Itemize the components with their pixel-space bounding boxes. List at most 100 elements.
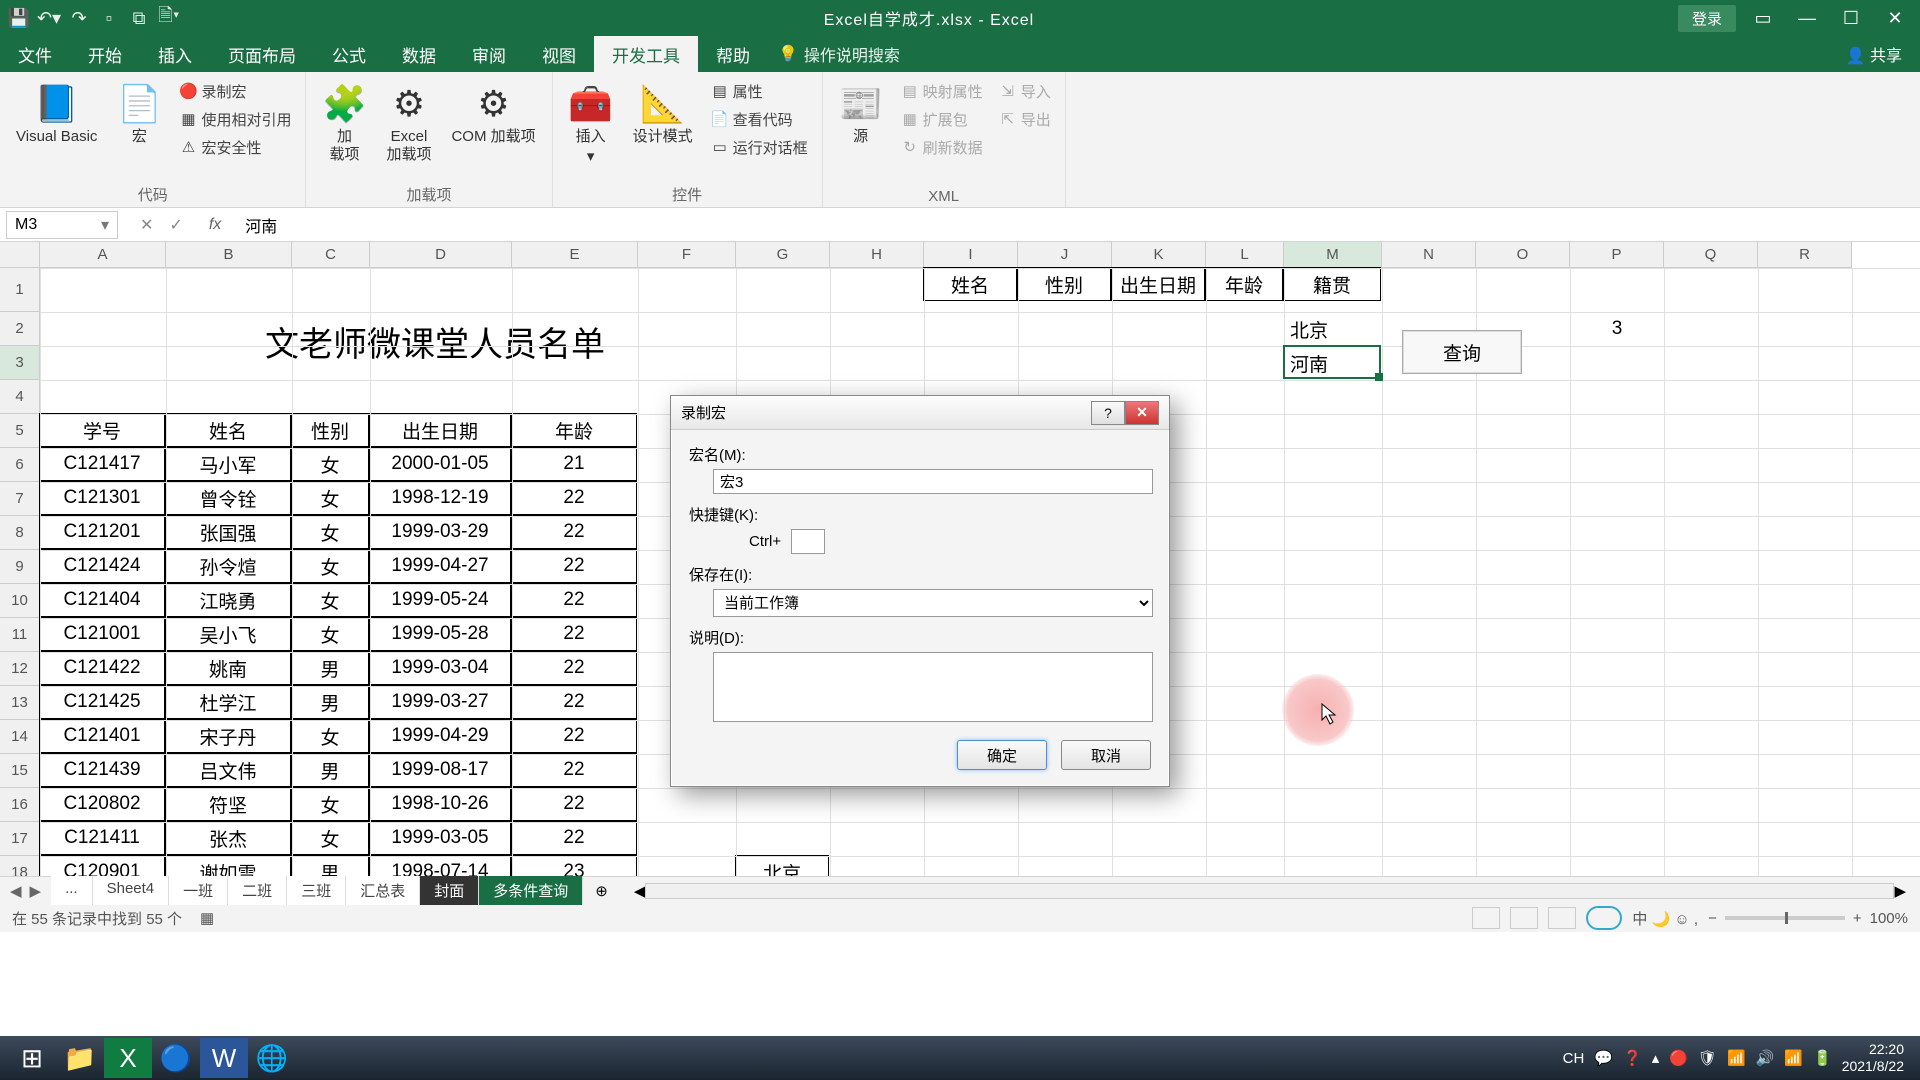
macro-security-button[interactable]: ⚠宏安全性 [175, 134, 295, 160]
col-header[interactable]: I [924, 242, 1018, 268]
dialog-title-bar[interactable]: 录制宏 ? ✕ [671, 396, 1169, 430]
table-cell[interactable]: 22 [511, 685, 637, 719]
zoom-control[interactable]: − + 100% [1708, 910, 1908, 927]
col-header[interactable]: F [638, 242, 736, 268]
zoom-level[interactable]: 100% [1870, 910, 1908, 927]
cancel-button[interactable]: 取消 [1061, 740, 1151, 770]
table-cell[interactable]: 杜学江 [165, 685, 291, 719]
excel-taskbar-icon[interactable]: X [104, 1038, 152, 1078]
table-cell[interactable]: C121424 [39, 549, 165, 583]
cell-m2[interactable]: 北京 [1284, 312, 1382, 346]
com-addins-button[interactable]: ⚙COM 加载项 [445, 78, 541, 150]
table-cell[interactable]: 宋子丹 [165, 719, 291, 753]
tab-文件[interactable]: 文件 [0, 36, 70, 72]
tab-开发工具[interactable]: 开发工具 [594, 36, 698, 72]
formula-input[interactable]: 河南 [231, 213, 1920, 237]
col-header[interactable]: R [1758, 242, 1852, 268]
col-header[interactable]: G [736, 242, 830, 268]
col-header[interactable]: J [1018, 242, 1112, 268]
shortcut-key-input[interactable] [791, 529, 825, 554]
col-header[interactable]: H [830, 242, 924, 268]
sheet-tab[interactable]: Sheet4 [93, 876, 170, 905]
dialog-close-button[interactable]: ✕ [1125, 401, 1159, 425]
tell-me-search[interactable]: 💡 操作说明搜索 [778, 42, 900, 66]
sheet-title[interactable]: 文老师微课堂人员名单 [40, 268, 830, 414]
table-cell[interactable]: C120901 [39, 855, 165, 876]
sheet-tab[interactable]: 汇总表 [346, 876, 420, 905]
run-dialog-button[interactable]: ▭运行对话框 [707, 134, 812, 160]
table-header[interactable]: 性别 [291, 413, 369, 447]
minimize-icon[interactable]: — [1790, 8, 1824, 29]
table-cell[interactable]: 女 [291, 719, 369, 753]
row-header[interactable]: 5 [0, 414, 40, 448]
file-explorer-icon[interactable]: 📁 [56, 1038, 104, 1078]
table-cell[interactable]: 吴小飞 [165, 617, 291, 651]
table-cell[interactable]: 22 [511, 821, 637, 855]
row-header[interactable]: 3 [0, 346, 40, 380]
table-cell[interactable]: C121401 [39, 719, 165, 753]
row-header[interactable]: 13 [0, 686, 40, 720]
table-cell[interactable]: 1998-12-19 [369, 481, 511, 515]
scroll-right-icon[interactable]: ▶ [1894, 882, 1906, 900]
row-header[interactable]: 18 [0, 856, 40, 876]
battery-icon[interactable]: 🔋 [1813, 1049, 1832, 1067]
sheet-tab[interactable]: 封面 [420, 876, 479, 905]
query-button[interactable]: 查询 [1402, 330, 1522, 374]
table-cell[interactable]: 1998-10-26 [369, 787, 511, 821]
table-cell[interactable]: 孙令煊 [165, 549, 291, 583]
zoom-slider[interactable] [1725, 916, 1845, 920]
fx-icon[interactable]: fx [199, 216, 231, 234]
tab-帮助[interactable]: 帮助 [698, 36, 768, 72]
tab-插入[interactable]: 插入 [140, 36, 210, 72]
table-cell[interactable]: C121404 [39, 583, 165, 617]
sheet-tab[interactable]: ... [51, 876, 93, 905]
tray-icon[interactable]: 📶 [1727, 1049, 1746, 1067]
xml-source-button[interactable]: 📰源 [833, 78, 889, 150]
lookup-header[interactable]: 姓名 [923, 267, 1017, 301]
tab-开始[interactable]: 开始 [70, 36, 140, 72]
table-header[interactable]: 姓名 [165, 413, 291, 447]
table-cell[interactable]: 1999-03-05 [369, 821, 511, 855]
normal-view-button[interactable] [1472, 907, 1500, 929]
macro-name-input[interactable] [713, 469, 1153, 494]
table-cell[interactable]: 男 [291, 753, 369, 787]
tab-公式[interactable]: 公式 [314, 36, 384, 72]
row-header[interactable]: 11 [0, 618, 40, 652]
close-icon[interactable]: ✕ [1878, 8, 1912, 29]
row-header[interactable]: 7 [0, 482, 40, 516]
table-header[interactable]: 年龄 [511, 413, 637, 447]
row-header[interactable]: 17 [0, 822, 40, 856]
table-cell[interactable]: 女 [291, 821, 369, 855]
lookup-header[interactable]: 籍贯 [1283, 267, 1381, 301]
col-header[interactable]: P [1570, 242, 1664, 268]
table-cell[interactable]: 曾令铨 [165, 481, 291, 515]
macro-recorder-icon[interactable]: ▦ [200, 909, 214, 927]
cancel-formula-icon[interactable]: ✕ [140, 215, 153, 235]
row-header[interactable]: 1 [0, 268, 40, 312]
table-cell[interactable]: 1998-07-14 [369, 855, 511, 876]
preview-icon[interactable]: 🗎▾ [158, 7, 180, 29]
tray-icon[interactable]: ❓ [1623, 1049, 1642, 1067]
table-cell[interactable]: 2000-01-05 [369, 447, 511, 481]
redo-icon[interactable]: ↷ [68, 7, 90, 29]
accept-formula-icon[interactable]: ✓ [169, 215, 182, 235]
table-cell[interactable]: C121417 [39, 447, 165, 481]
tab-数据[interactable]: 数据 [384, 36, 454, 72]
table-cell[interactable]: 女 [291, 481, 369, 515]
share-button[interactable]: 👤 共享 [1846, 42, 1902, 66]
word-taskbar-icon[interactable]: W [200, 1038, 248, 1078]
table-cell[interactable]: 22 [511, 651, 637, 685]
tray-icon[interactable]: 🛡 [1698, 1049, 1717, 1067]
col-header[interactable]: C [292, 242, 370, 268]
maximize-icon[interactable]: ☐ [1834, 8, 1868, 29]
ime-icon[interactable]: CH [1563, 1050, 1585, 1067]
description-input[interactable] [713, 652, 1153, 722]
table-cell[interactable]: 22 [511, 549, 637, 583]
login-button[interactable]: 登录 [1678, 5, 1736, 32]
table-cell[interactable]: 22 [511, 583, 637, 617]
relative-ref-button[interactable]: ▦使用相对引用 [175, 106, 295, 132]
system-clock[interactable]: 22:20 2021/8/22 [1842, 1041, 1912, 1075]
network-icon[interactable]: 📶 [1784, 1049, 1803, 1067]
table-cell[interactable]: 谢如雪 [165, 855, 291, 876]
table-cell[interactable]: 女 [291, 787, 369, 821]
